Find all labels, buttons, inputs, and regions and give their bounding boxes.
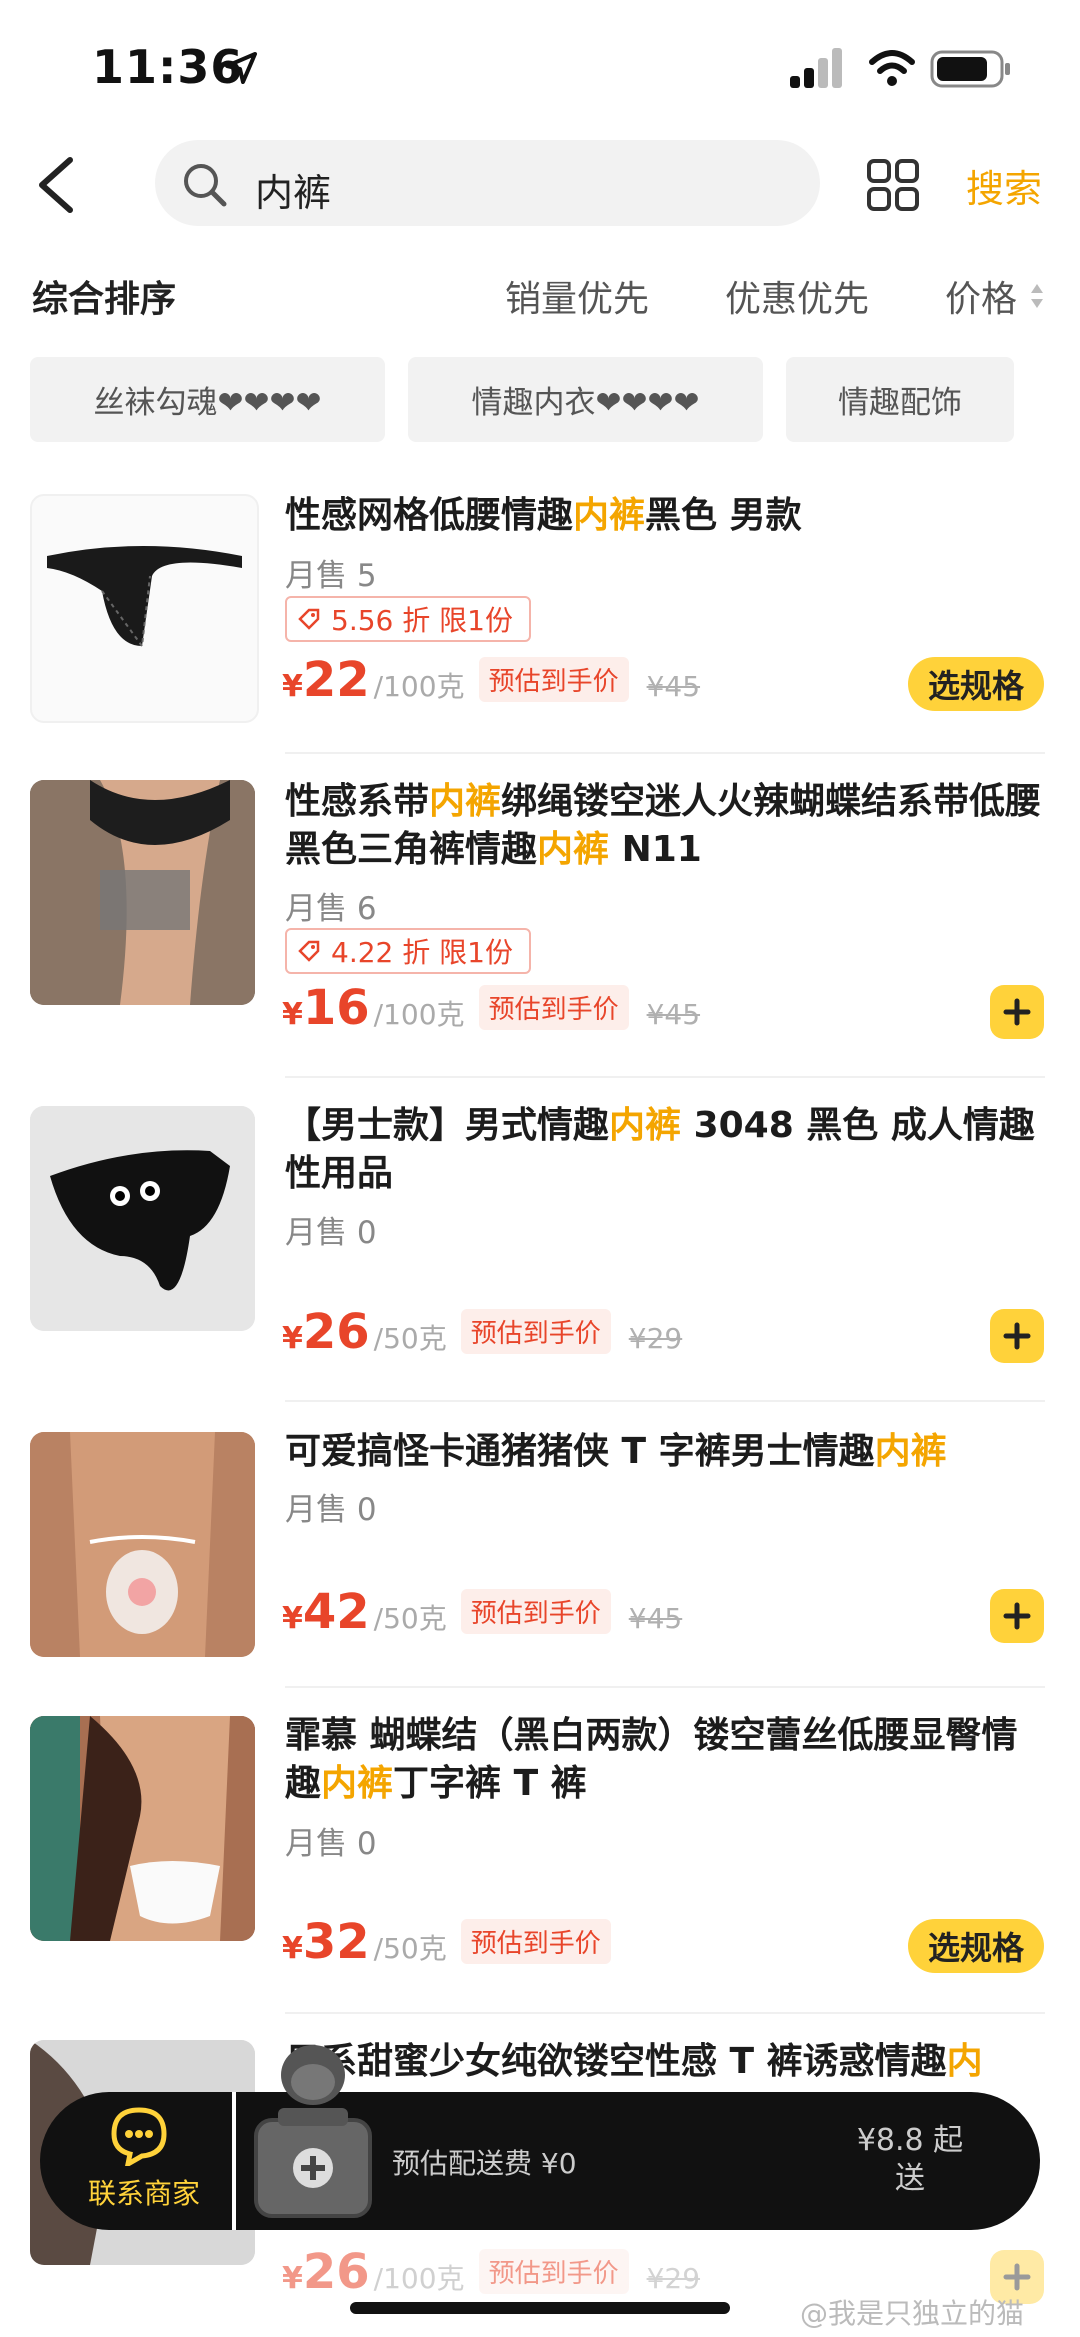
battery-icon xyxy=(930,50,1010,88)
price-row: ¥26/50克 预估到手价 ¥29 xyxy=(282,1304,683,1360)
product-image[interactable] xyxy=(30,1106,255,1331)
location-arrow-icon xyxy=(225,52,257,84)
tag-icon xyxy=(298,608,320,630)
product-price: 22 xyxy=(302,652,370,708)
grid-view-button[interactable] xyxy=(866,158,920,212)
wifi-icon xyxy=(869,50,915,86)
add-to-cart-button[interactable] xyxy=(990,1309,1044,1363)
divider xyxy=(285,752,1045,754)
product-title[interactable]: 霏慕 蝴蝶结（黑白两款）镂空蕾丝低腰显臀情趣内裤丁字裤 T 裤 xyxy=(285,1712,1045,1808)
product-title[interactable]: 可爱搞怪卡通猪猪侠 T 字裤男士情趣内裤 xyxy=(285,1428,1045,1476)
chevron-left-icon xyxy=(39,157,73,213)
watermark: @我是只独立的猫 xyxy=(800,2297,1025,2330)
price-row: ¥22/100克 预估到手价 ¥45 xyxy=(282,652,701,708)
delivery-box-icon xyxy=(254,2045,372,2218)
price-row: ¥32/50克 预估到手价 xyxy=(282,1914,611,1974)
original-price: ¥45 xyxy=(646,998,701,1031)
divider xyxy=(285,1076,1045,1078)
chip-stockings[interactable]: 丝袜勾魂❤❤❤❤ xyxy=(30,357,385,442)
product-image[interactable] xyxy=(30,494,259,723)
price-row: ¥42/50克 预估到手价 ¥45 xyxy=(282,1584,683,1640)
add-to-cart-button[interactable] xyxy=(990,985,1044,1039)
product-title[interactable]: 性感网格低腰情趣内裤黑色 男款 xyxy=(285,492,1045,540)
plus-icon xyxy=(1003,1602,1031,1630)
product-price: 26 xyxy=(302,1304,370,1360)
select-spec-button[interactable]: 选规格 xyxy=(908,657,1044,711)
min-order-label: ¥8.8 起 送 xyxy=(856,2123,964,2196)
divider xyxy=(285,1400,1045,1402)
sort-discount[interactable]: 优惠优先 xyxy=(725,270,869,322)
search-button[interactable]: 搜索 xyxy=(966,158,1042,213)
plus-icon xyxy=(1003,1322,1031,1350)
chip-lingerie[interactable]: 情趣内衣❤❤❤❤ xyxy=(408,357,763,442)
discount-badge: 5.56 折 限1份 xyxy=(285,596,531,642)
search-query: 内裤 xyxy=(255,171,332,215)
product-thumbnail xyxy=(30,1106,255,1331)
tag-icon xyxy=(298,940,320,962)
original-price: ¥45 xyxy=(628,1602,683,1635)
status-time: 11:36 xyxy=(92,40,244,94)
back-button[interactable] xyxy=(28,150,88,220)
sort-price-label: 价格 xyxy=(945,279,1018,320)
sort-default[interactable]: 综合排序 xyxy=(32,270,176,322)
sort-arrows-icon xyxy=(1031,284,1043,308)
product-price: 42 xyxy=(302,1584,370,1640)
product-thumbnail xyxy=(30,1432,255,1657)
sort-price[interactable]: 价格 xyxy=(945,270,1017,322)
add-to-cart-button[interactable] xyxy=(990,1589,1044,1643)
discount-badge: 4.22 折 限1份 xyxy=(285,928,531,974)
signal-icon xyxy=(790,48,842,88)
plus-icon xyxy=(1003,2263,1031,2291)
product-image[interactable] xyxy=(30,1716,255,1941)
product-price: 32 xyxy=(302,1914,370,1970)
original-price: ¥29 xyxy=(646,2262,701,2295)
product-thumbnail xyxy=(30,1716,255,1941)
original-price: ¥29 xyxy=(628,1322,683,1355)
price-row: ¥26/100克 预估到手价 ¥29 xyxy=(282,2244,701,2300)
search-icon xyxy=(184,164,227,207)
divider xyxy=(285,2012,1045,2014)
product-sales: 月售 6 xyxy=(285,891,377,927)
product-sales: 月售 0 xyxy=(285,1826,377,1862)
product-sales: 月售 5 xyxy=(285,558,377,594)
grid-icon xyxy=(867,159,919,211)
divider xyxy=(285,1686,1045,1688)
product-sales: 月售 0 xyxy=(285,1492,377,1528)
product-image[interactable] xyxy=(30,780,255,1005)
delivery-fee: 预估配送费 ¥0 xyxy=(392,2147,577,2180)
price-row: ¥16/100克 预估到手价 ¥45 xyxy=(282,980,701,1036)
select-spec-button[interactable]: 选规格 xyxy=(908,1919,1044,1973)
contact-merchant-label: 联系商家 xyxy=(88,2177,201,2210)
home-indicator xyxy=(350,2302,730,2314)
chip-accessories[interactable]: 情趣配饰 xyxy=(786,357,1014,442)
product-sales: 月售 0 xyxy=(285,1215,377,1251)
product-price: 16 xyxy=(302,980,370,1036)
product-price: 26 xyxy=(302,2244,370,2300)
product-title[interactable]: 【男士款】男式情趣内裤 3048 黑色 成人情趣性用品 xyxy=(285,1102,1045,1198)
original-price: ¥45 xyxy=(646,670,701,703)
product-title[interactable]: 日系甜蜜少女纯欲镂空性感 T 裤诱惑情趣内 xyxy=(285,2038,1045,2086)
product-image[interactable] xyxy=(30,1432,255,1657)
product-title[interactable]: 性感系带内裤绑绳镂空迷人火辣蝴蝶结系带低腰黑色三角裤情趣内裤 N11 xyxy=(285,778,1045,874)
sort-sales[interactable]: 销量优先 xyxy=(505,270,649,322)
product-thumbnail xyxy=(47,546,242,649)
chat-icon xyxy=(111,2107,167,2166)
plus-icon xyxy=(1003,998,1031,1026)
product-thumbnail xyxy=(30,780,255,1005)
bar-divider xyxy=(232,2092,236,2230)
